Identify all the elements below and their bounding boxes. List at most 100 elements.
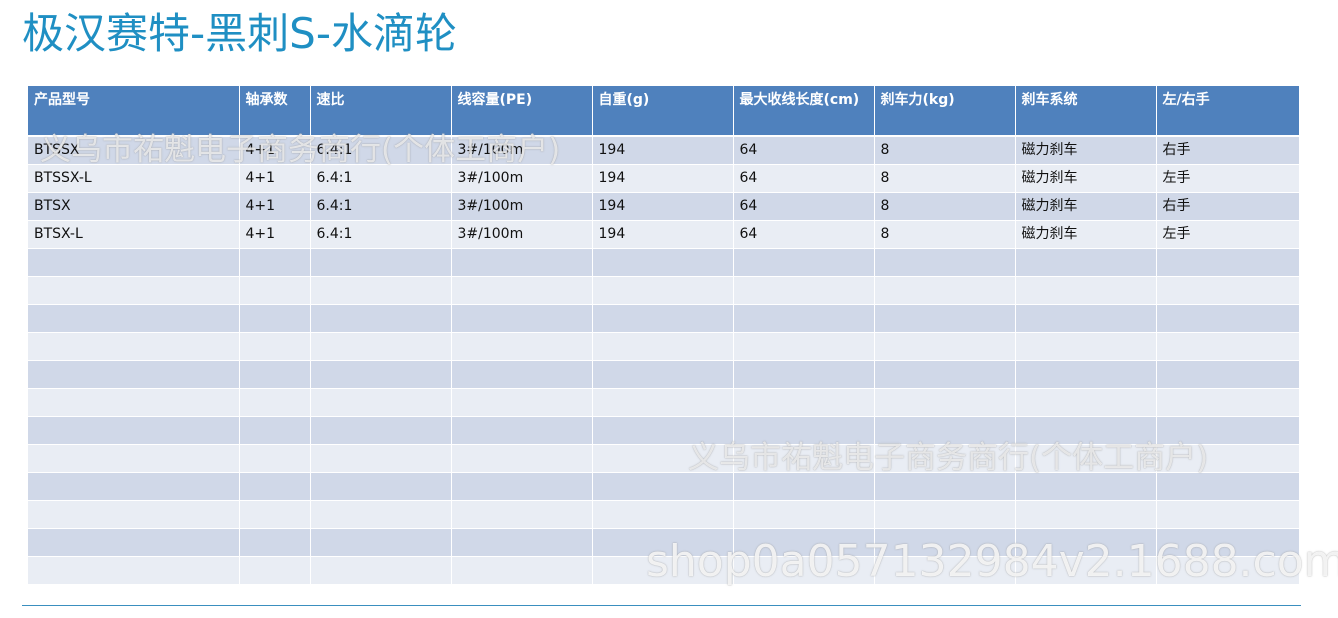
cell-drag	[874, 248, 1016, 277]
cell-brake-system	[1015, 360, 1157, 389]
cell-gear-ratio	[310, 332, 452, 361]
cell-weight: 194	[592, 164, 734, 193]
cell-drag	[874, 388, 1016, 417]
cell-handedness	[1156, 500, 1299, 529]
cell-weight	[592, 416, 734, 445]
cell-model	[28, 416, 240, 445]
cell-drag	[874, 360, 1016, 389]
cell-brake-system: 磁力刹车	[1015, 192, 1157, 221]
cell-max-retrieve	[733, 472, 875, 501]
cell-model: BTSSX-L	[28, 164, 240, 193]
header-drag: 刹车力(kg)	[874, 86, 1016, 137]
cell-brake-system	[1015, 248, 1157, 277]
cell-bearings	[239, 444, 311, 473]
header-weight: 自重(g)	[592, 86, 734, 137]
cell-weight	[592, 528, 734, 557]
cell-weight: 194	[592, 136, 734, 165]
cell-weight	[592, 332, 734, 361]
header-brake-system: 刹车系统	[1015, 86, 1157, 137]
cell-model	[28, 304, 240, 333]
cell-model	[28, 332, 240, 361]
cell-line-capacity	[451, 276, 593, 305]
cell-brake-system	[1015, 332, 1157, 361]
cell-gear-ratio	[310, 444, 452, 473]
cell-bearings	[239, 332, 311, 361]
cell-brake-system	[1015, 500, 1157, 529]
cell-max-retrieve	[733, 444, 875, 473]
cell-gear-ratio: 6.4:1	[310, 192, 452, 221]
table-row	[28, 388, 1299, 417]
cell-model	[28, 248, 240, 277]
cell-handedness	[1156, 388, 1299, 417]
table-row	[28, 472, 1299, 501]
cell-handedness	[1156, 276, 1299, 305]
cell-drag: 8	[874, 192, 1016, 221]
header-max-retrieve: 最大收线长度(cm)	[733, 86, 875, 137]
cell-weight: 194	[592, 192, 734, 221]
cell-bearings	[239, 388, 311, 417]
table-row	[28, 416, 1299, 445]
cell-drag: 8	[874, 220, 1016, 249]
cell-gear-ratio	[310, 528, 452, 557]
cell-gear-ratio	[310, 556, 452, 585]
cell-weight	[592, 248, 734, 277]
page-title: 极汉赛特-黑刺S-水滴轮	[22, 9, 457, 58]
cell-brake-system	[1015, 416, 1157, 445]
cell-handedness	[1156, 360, 1299, 389]
cell-drag	[874, 416, 1016, 445]
cell-weight	[592, 388, 734, 417]
table-row	[28, 248, 1299, 277]
header-bearings: 轴承数	[239, 86, 311, 137]
cell-handedness: 左手	[1156, 220, 1299, 249]
spec-table: 产品型号 轴承数 速比 线容量(PE) 自重(g) 最大收线长度(cm) 刹车力…	[28, 86, 1299, 585]
cell-brake-system: 磁力刹车	[1015, 164, 1157, 193]
cell-bearings	[239, 248, 311, 277]
cell-line-capacity	[451, 444, 593, 473]
bottom-divider	[22, 605, 1301, 606]
cell-brake-system: 磁力刹车	[1015, 220, 1157, 249]
cell-max-retrieve: 64	[733, 220, 875, 249]
cell-max-retrieve	[733, 500, 875, 529]
cell-handedness: 右手	[1156, 192, 1299, 221]
cell-line-capacity	[451, 248, 593, 277]
cell-handedness	[1156, 332, 1299, 361]
cell-gear-ratio	[310, 248, 452, 277]
cell-max-retrieve	[733, 388, 875, 417]
table-row: BTSSX-L 4+1 6.4:1 3#/100m 194 64 8 磁力刹车 左手	[28, 164, 1299, 193]
cell-drag	[874, 332, 1016, 361]
table-row	[28, 444, 1299, 473]
cell-max-retrieve	[733, 332, 875, 361]
cell-drag: 8	[874, 136, 1016, 165]
table-row	[28, 556, 1299, 585]
cell-brake-system	[1015, 528, 1157, 557]
cell-weight	[592, 276, 734, 305]
cell-line-capacity	[451, 556, 593, 585]
cell-model	[28, 528, 240, 557]
cell-handedness	[1156, 248, 1299, 277]
cell-bearings	[239, 304, 311, 333]
table-row: BTSX 4+1 6.4:1 3#/100m 194 64 8 磁力刹车 右手	[28, 192, 1299, 221]
cell-model	[28, 472, 240, 501]
cell-bearings	[239, 472, 311, 501]
cell-model	[28, 444, 240, 473]
cell-bearings	[239, 360, 311, 389]
cell-line-capacity	[451, 416, 593, 445]
cell-weight	[592, 444, 734, 473]
cell-line-capacity: 3#/100m	[451, 220, 593, 249]
cell-handedness	[1156, 444, 1299, 473]
cell-drag	[874, 556, 1016, 585]
cell-weight	[592, 360, 734, 389]
cell-bearings	[239, 416, 311, 445]
cell-line-capacity	[451, 528, 593, 557]
cell-line-capacity: 3#/100m	[451, 192, 593, 221]
cell-max-retrieve: 64	[733, 192, 875, 221]
table-row: BTSX-L 4+1 6.4:1 3#/100m 194 64 8 磁力刹车 左手	[28, 220, 1299, 249]
cell-bearings: 4+1	[239, 164, 311, 193]
cell-bearings: 4+1	[239, 192, 311, 221]
table-row	[28, 332, 1299, 361]
cell-line-capacity: 3#/100m	[451, 164, 593, 193]
cell-handedness	[1156, 304, 1299, 333]
cell-gear-ratio	[310, 500, 452, 529]
cell-weight	[592, 556, 734, 585]
table-header-row: 产品型号 轴承数 速比 线容量(PE) 自重(g) 最大收线长度(cm) 刹车力…	[28, 86, 1299, 137]
